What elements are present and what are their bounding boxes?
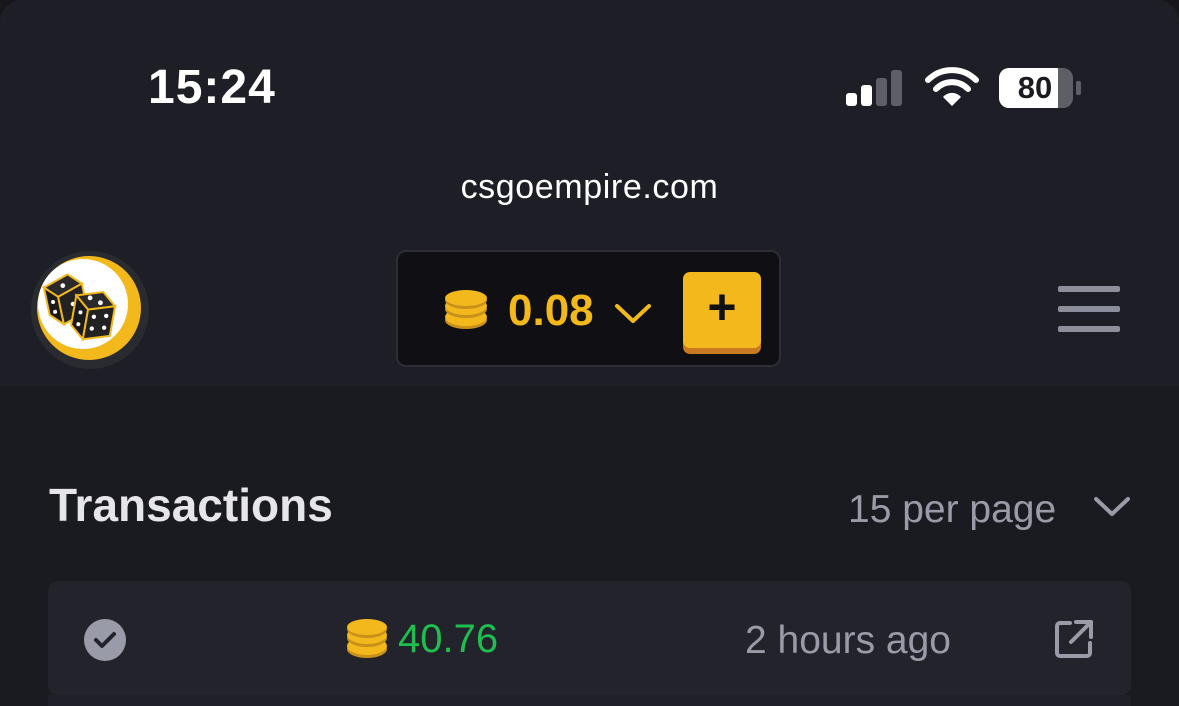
hamburger-menu-icon[interactable] <box>1056 284 1122 336</box>
address-bar-url[interactable]: csgoempire.com <box>0 168 1179 207</box>
chevron-down-icon <box>615 304 651 323</box>
coins-icon <box>445 290 487 329</box>
dice-logo-icon[interactable] <box>30 250 150 370</box>
plus-icon: + <box>707 279 737 335</box>
coins-icon <box>347 619 387 658</box>
status-time: 15:24 <box>148 61 276 114</box>
balance-amount: 0.08 <box>508 286 594 335</box>
deposit-button[interactable]: + <box>683 272 761 348</box>
battery-level: 80 <box>1017 70 1053 105</box>
transaction-time: 2 hours ago <box>745 619 951 662</box>
per-page-label: 15 per page <box>848 488 1057 531</box>
signal-icon <box>846 70 902 106</box>
chevron-down-icon <box>1094 497 1130 516</box>
page-title: Transactions <box>49 479 333 531</box>
check-circle-icon <box>84 619 126 661</box>
balance-selector[interactable]: 0.08 + <box>396 250 781 367</box>
per-page-select[interactable]: 15 per page <box>846 484 1136 536</box>
row-divider <box>48 695 1131 706</box>
wifi-icon <box>925 67 979 106</box>
external-link-icon[interactable] <box>1054 619 1094 659</box>
app-screen: 15:24 80 csgoempire.com 0.08 + Transacti… <box>0 0 1179 706</box>
table-row[interactable]: 40.76 2 hours ago <box>48 581 1131 695</box>
transaction-amount: 40.76 <box>398 617 499 661</box>
